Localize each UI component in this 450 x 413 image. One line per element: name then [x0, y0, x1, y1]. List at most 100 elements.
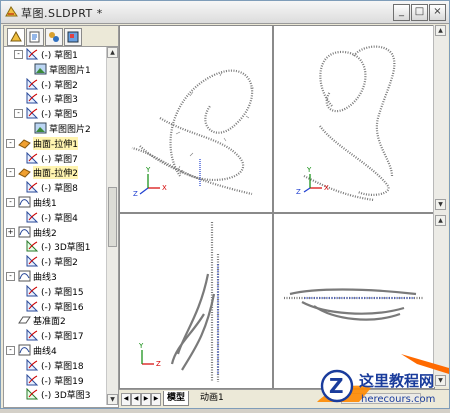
- tree-row[interactable]: - (-) 草图5: [4, 106, 106, 120]
- tree-row[interactable]: (-) 3D草图3: [4, 387, 106, 401]
- tree-row[interactable]: - 曲线1: [4, 195, 106, 209]
- watermark-logo: Z 这里教程网 herecours.com: [317, 354, 449, 405]
- sketch3d-icon: [26, 388, 39, 400]
- sketch-icon: [26, 151, 39, 164]
- window-title: 草图.SLDPRT *: [21, 7, 103, 20]
- axis-y-label: Y: [138, 342, 144, 350]
- tab-feature-manager[interactable]: [7, 28, 25, 46]
- tab-display-manager[interactable]: [64, 28, 82, 46]
- picture-icon: [34, 122, 47, 134]
- maximize-button[interactable]: □: [411, 4, 428, 21]
- feature-manager-tabs: [4, 26, 118, 47]
- tree-row[interactable]: - 曲面-拉伸1: [4, 136, 106, 150]
- tab-motion[interactable]: 动画1: [197, 391, 227, 405]
- split-handle-bottom[interactable]: ▲: [435, 215, 446, 226]
- watermark: Z 这里教程网 herecours.com: [301, 352, 450, 410]
- tree-row[interactable]: (-) 草图7: [4, 151, 106, 165]
- axis-z-label: Z: [296, 188, 301, 196]
- curve-icon: [18, 226, 31, 238]
- last-tab-button[interactable]: ▶: [151, 393, 161, 406]
- tree-row-label: (-) 3D草图3: [41, 391, 91, 402]
- viewport-top-left[interactable]: X Y Z: [119, 25, 273, 213]
- tab-configuration-manager[interactable]: [45, 28, 63, 46]
- tree-row-label: (-) 草图8: [41, 184, 78, 195]
- viewport-bottom-left[interactable]: Z Y: [119, 213, 273, 389]
- scroll-thumb[interactable]: [108, 187, 117, 247]
- tree-row-label: (-) 3D草图1: [41, 243, 91, 254]
- tree-row-label: (-) 草图2: [41, 80, 78, 91]
- tree-row[interactable]: (-) 草图2: [4, 77, 106, 91]
- split-handle-top[interactable]: ▼: [435, 199, 446, 210]
- surface-icon: [18, 137, 31, 149]
- tree-row[interactable]: - 曲线4: [4, 343, 106, 357]
- tab-property-manager[interactable]: [26, 28, 44, 46]
- next-tab-button[interactable]: ▶: [141, 393, 151, 406]
- tree-row-label: (-) 草图17: [41, 332, 84, 343]
- tree-row[interactable]: 基准面2: [4, 313, 106, 327]
- tree-expander[interactable]: -: [6, 138, 15, 148]
- tree-row-label: (-) 草图1: [41, 51, 78, 61]
- picture-icon: [34, 63, 47, 75]
- axis-x-label: X: [162, 184, 167, 192]
- tree-row[interactable]: (-) 草图19: [4, 373, 106, 387]
- scroll-up-button[interactable]: ▲: [435, 25, 446, 36]
- scroll-down-button[interactable]: ▼: [107, 394, 118, 405]
- scroll-up-button[interactable]: ▲: [107, 47, 118, 58]
- tree-row-label: (-) 草图7: [41, 154, 78, 165]
- tree-row-label: 基准面2: [33, 317, 66, 328]
- sketch-icon: [26, 210, 39, 223]
- curve-view-front: X Y Z: [296, 45, 396, 202]
- title-bar: 草图.SLDPRT * _ □ ×: [1, 1, 449, 24]
- tree-expander[interactable]: -: [6, 346, 15, 355]
- tree-expander[interactable]: -: [6, 168, 15, 178]
- first-tab-button[interactable]: ◀: [121, 393, 131, 406]
- axis-x-label: Z: [156, 360, 161, 368]
- tree-row-label: (-) 草图16: [41, 302, 84, 313]
- tree-expander[interactable]: -: [14, 50, 23, 59]
- sketch-icon: [26, 299, 39, 312]
- tree-row[interactable]: (-) 草图18: [4, 358, 106, 372]
- tree-expander[interactable]: -: [6, 198, 15, 207]
- viewport-top-right[interactable]: X Y Z: [273, 25, 435, 213]
- axis-y-label: Y: [145, 166, 151, 174]
- sketch3d-icon: [26, 240, 39, 252]
- tree-expander[interactable]: +: [6, 227, 15, 237]
- minimize-button[interactable]: _: [393, 4, 410, 21]
- tree-row[interactable]: - 曲面-拉伸2: [4, 165, 106, 180]
- tree-expander[interactable]: -: [14, 109, 23, 119]
- tree-row[interactable]: (-) 草图3: [4, 91, 106, 105]
- display-icon: [67, 31, 79, 43]
- sketch-icon: [26, 254, 39, 267]
- tree-row[interactable]: (-) 草图16: [4, 299, 106, 313]
- tab-model[interactable]: 模型: [163, 391, 190, 406]
- tree-row-label: 曲面-拉伸1: [33, 136, 78, 150]
- tree-row[interactable]: 草图图片2: [4, 121, 106, 135]
- watermark-url: herecours.com: [361, 394, 435, 405]
- tree-row[interactable]: - 曲线3: [4, 269, 106, 283]
- tree-row[interactable]: 草图图片1: [4, 62, 106, 76]
- sketch-icon: [26, 373, 39, 386]
- right-vertical-scrollbar[interactable]: ▲ ▼ ▲ ▼: [433, 25, 448, 387]
- tree-row[interactable]: - (-) 草图1: [4, 47, 106, 61]
- tree-row-label: (-) 草图4: [41, 213, 78, 224]
- tree-row-label: (-) 草图3: [41, 95, 78, 106]
- tree-row-label: (-) 草图2: [41, 258, 78, 269]
- tree-row[interactable]: (-) 草图15: [4, 284, 106, 298]
- axis-x-label: X: [324, 184, 329, 192]
- prev-tab-button[interactable]: ◀: [131, 393, 141, 406]
- tree-row[interactable]: (-) 草图2: [4, 254, 106, 268]
- tree-row[interactable]: (-) 草图17: [4, 328, 106, 342]
- curve-icon: [18, 270, 31, 282]
- feature-tree-icon: [10, 30, 22, 42]
- solidworks-part-icon: [5, 6, 18, 17]
- sketch-icon: [26, 106, 39, 119]
- curve-view-isometric: X Y Z: [131, 69, 254, 198]
- tree-row-label: 曲线4: [33, 347, 57, 357]
- close-button[interactable]: ×: [429, 4, 446, 21]
- tree-expander[interactable]: -: [6, 272, 15, 281]
- tree-row[interactable]: (-) 草图8: [4, 180, 106, 194]
- tree-vertical-scrollbar[interactable]: ▲ ▼: [106, 47, 118, 405]
- tree-row[interactable]: + 曲线2: [4, 225, 106, 239]
- tree-row[interactable]: (-) 草图4: [4, 210, 106, 224]
- tree-row[interactable]: (-) 3D草图1: [4, 239, 106, 253]
